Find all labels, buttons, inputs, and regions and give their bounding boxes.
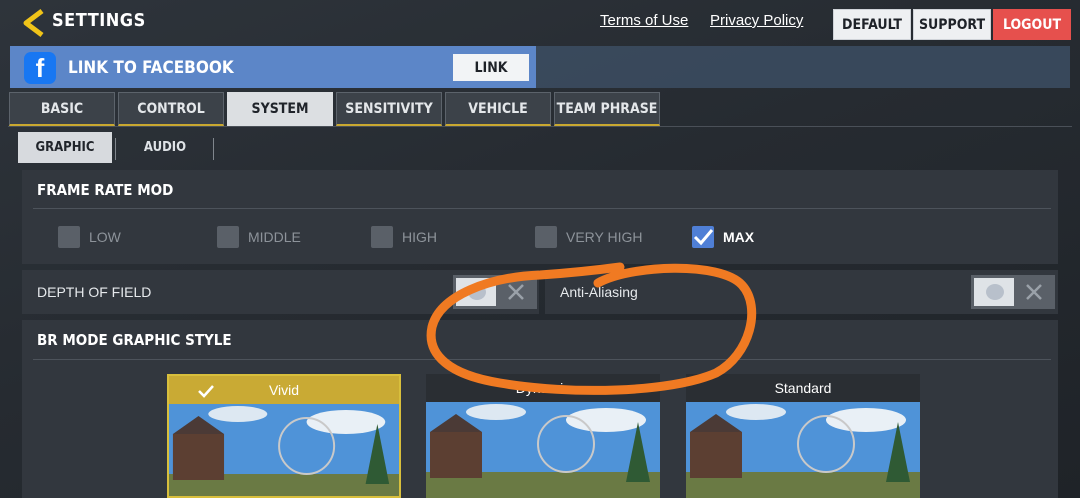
standard-preview-image [686,402,920,498]
check-icon [198,385,214,398]
tab-control[interactable]: CONTROL [118,92,224,126]
vivid-label: Vivid [268,382,300,398]
vivid-preview-image [169,404,399,496]
facebook-link-button[interactable]: LINK [453,54,529,81]
support-button[interactable]: SUPPORT [913,9,991,40]
check-icon [693,229,714,246]
page-title: SETTINGS [52,10,146,31]
subtab-audio[interactable]: AUDIO [118,132,212,163]
graphic-style-title: BR MODE GRAPHIC STYLE [37,331,232,349]
logout-button[interactable]: LOGOUT [993,9,1071,40]
standard-label: Standard [774,380,832,396]
dynamic-preview-image [426,402,660,498]
subtab-separator [213,138,214,160]
frame-rate-divider [33,208,1051,209]
frame-rate-low-label: LOW [89,229,121,245]
frame-rate-panel [22,170,1058,264]
anti-aliasing-toggle[interactable] [971,275,1055,309]
frame-rate-middle-label: MIDDLE [248,229,301,245]
tab-divider [8,126,1072,127]
depth-of-field-label: DEPTH OF FIELD [37,284,152,300]
facebook-link-label: LINK TO FACEBOOK [68,58,234,78]
tab-team-phrase[interactable]: TEAM PHRASE [554,92,660,126]
tab-sensitivity[interactable]: SENSITIVITY [336,92,442,126]
close-icon [1026,284,1042,300]
tab-system[interactable]: SYSTEM [227,92,333,126]
privacy-policy-link[interactable]: Privacy Policy [710,12,803,29]
frame-rate-very-high-checkbox[interactable] [535,226,557,248]
terms-of-use-link[interactable]: Terms of Use [600,12,688,29]
frame-rate-high-label: HIGH [402,229,437,245]
frame-rate-very-high-label: VERY HIGH [566,229,643,245]
frame-rate-high-checkbox[interactable] [371,226,393,248]
tab-basic[interactable]: BASIC [9,92,115,126]
subtab-graphic[interactable]: GRAPHIC [18,132,112,163]
back-chevron-icon[interactable] [20,8,52,38]
default-button[interactable]: DEFAULT [833,9,911,40]
facebook-icon: f [24,52,56,84]
graphic-style-vivid-card[interactable]: Vivid [167,374,401,498]
frame-rate-low-checkbox[interactable] [58,226,80,248]
frame-rate-middle-checkbox[interactable] [217,226,239,248]
frame-rate-max-label: MAX [723,229,755,245]
frame-rate-max-checkbox[interactable] [692,226,714,248]
orange-annotation-circle [426,262,757,395]
subtab-separator [115,138,116,160]
facebook-bar-background [536,46,1070,88]
frame-rate-title: FRAME RATE MOD [37,181,174,199]
tab-vehicle[interactable]: VEHICLE [445,92,551,126]
